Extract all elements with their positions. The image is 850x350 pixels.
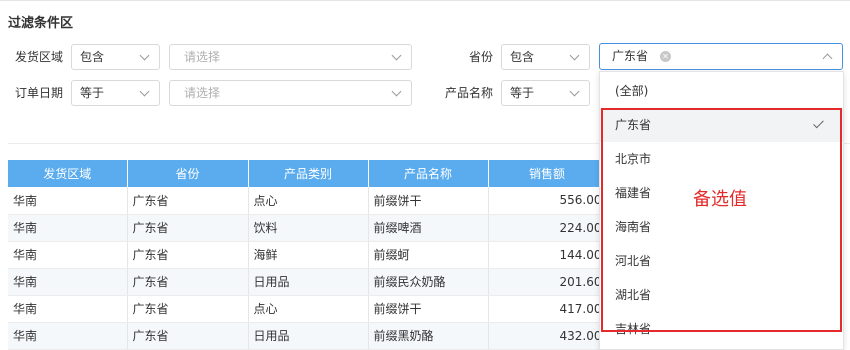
operator-value: 包含	[510, 50, 535, 64]
table-row: 华南 广东省 日用品 前缀黑奶酪 432.00	[8, 322, 607, 350]
column-header-product-category[interactable]: 产品类别	[248, 160, 369, 187]
table-cell-sales: 417.00	[488, 295, 607, 323]
table-cell-sales: 432.00	[488, 322, 607, 350]
table-cell: 饮料	[248, 214, 369, 242]
chevron-down-icon	[391, 86, 402, 97]
table-row: 华南 广东省 日用品 前缀民众奶酪 201.60	[8, 268, 607, 296]
column-header-product-name[interactable]: 产品名称	[368, 160, 489, 187]
table-cell: 华南	[8, 241, 128, 269]
table-cell: 日用品	[248, 268, 369, 296]
table-cell-sales: 556.00	[488, 187, 607, 215]
table-cell: 前缀蚵	[368, 241, 489, 269]
table-row: 华南 广东省 饮料 前缀啤酒 224.00	[8, 214, 607, 242]
table-cell: 前缀民众奶酪	[368, 268, 489, 296]
chevron-up-icon	[822, 53, 833, 64]
order-date-value-select[interactable]: 请选择	[169, 80, 412, 106]
product-name-operator-select[interactable]: 等于	[501, 80, 590, 106]
column-header-sales[interactable]: 销售额	[488, 160, 607, 187]
province-operator-select[interactable]: 包含	[501, 44, 590, 70]
table-cell: 广东省	[127, 187, 249, 215]
ship-region-operator-select[interactable]: 包含	[71, 44, 160, 70]
table-cell: 前缀饼干	[368, 295, 489, 323]
top-border	[0, 0, 850, 1]
chevron-down-icon	[569, 86, 580, 97]
table-cell: 广东省	[127, 295, 249, 323]
table-cell: 广东省	[127, 268, 249, 296]
table-cell: 广东省	[127, 214, 249, 242]
chevron-down-icon	[391, 50, 402, 61]
selected-tag-label: 广东省	[612, 49, 649, 63]
dropdown-option-all[interactable]: (全部)	[600, 74, 843, 108]
tag-remove-icon[interactable]: ✕	[660, 51, 671, 62]
table-row: 华南 广东省 海鲜 前缀蚵 144.00	[8, 241, 607, 269]
table-cell: 广东省	[127, 241, 249, 269]
table-cell-sales: 144.00	[488, 241, 607, 269]
table-cell: 前缀饼干	[368, 187, 489, 215]
table-cell-sales: 224.00	[488, 214, 607, 242]
table-row: 华南 广东省 点心 前缀饼干 417.00	[8, 295, 607, 323]
table-cell: 海鲜	[248, 241, 369, 269]
table-cell: 华南	[8, 268, 128, 296]
annotation-highlight-box	[601, 108, 842, 332]
order-date-operator-select[interactable]: 等于	[71, 80, 160, 106]
operator-value: 包含	[80, 50, 105, 64]
chevron-down-icon	[139, 86, 150, 97]
sales-table: 发货区域 省份 产品类别 产品名称 销售额 华南 广东省 点心 前缀饼干 556…	[8, 160, 607, 350]
operator-value: 等于	[510, 86, 535, 100]
chevron-down-icon	[569, 50, 580, 61]
table-cell: 广东省	[127, 322, 249, 350]
table-row: 华南 广东省 点心 前缀饼干 556.00	[8, 187, 607, 215]
filter-label-order-date: 订单日期	[15, 86, 64, 100]
placeholder-text: 请选择	[184, 86, 221, 100]
chevron-down-icon	[139, 50, 150, 61]
table-cell: 华南	[8, 214, 128, 242]
table-cell: 华南	[8, 322, 128, 350]
table-header-row: 发货区域 省份 产品类别 产品名称 销售额	[8, 160, 607, 187]
placeholder-text: 请选择	[184, 50, 221, 64]
filter-section-title: 过滤条件区	[8, 16, 74, 31]
filter-label-province: 省份	[469, 50, 494, 64]
column-header-ship-region[interactable]: 发货区域	[8, 160, 128, 187]
operator-value: 等于	[80, 86, 105, 100]
province-value-select[interactable]: 广东省 ✕	[599, 43, 843, 70]
annotation-label: 备选值	[693, 189, 747, 210]
filter-label-ship-region: 发货区域	[15, 50, 64, 64]
filter-label-product-name: 产品名称	[445, 86, 494, 100]
table-cell-sales: 201.60	[488, 268, 607, 296]
table-cell: 点心	[248, 295, 369, 323]
table-cell: 华南	[8, 187, 128, 215]
table-cell: 前缀啤酒	[368, 214, 489, 242]
table-cell: 点心	[248, 187, 369, 215]
table-cell: 华南	[8, 295, 128, 323]
table-cell: 日用品	[248, 322, 369, 350]
column-header-province[interactable]: 省份	[127, 160, 249, 187]
table-cell: 前缀黑奶酪	[368, 322, 489, 350]
ship-region-value-select[interactable]: 请选择	[169, 44, 412, 70]
